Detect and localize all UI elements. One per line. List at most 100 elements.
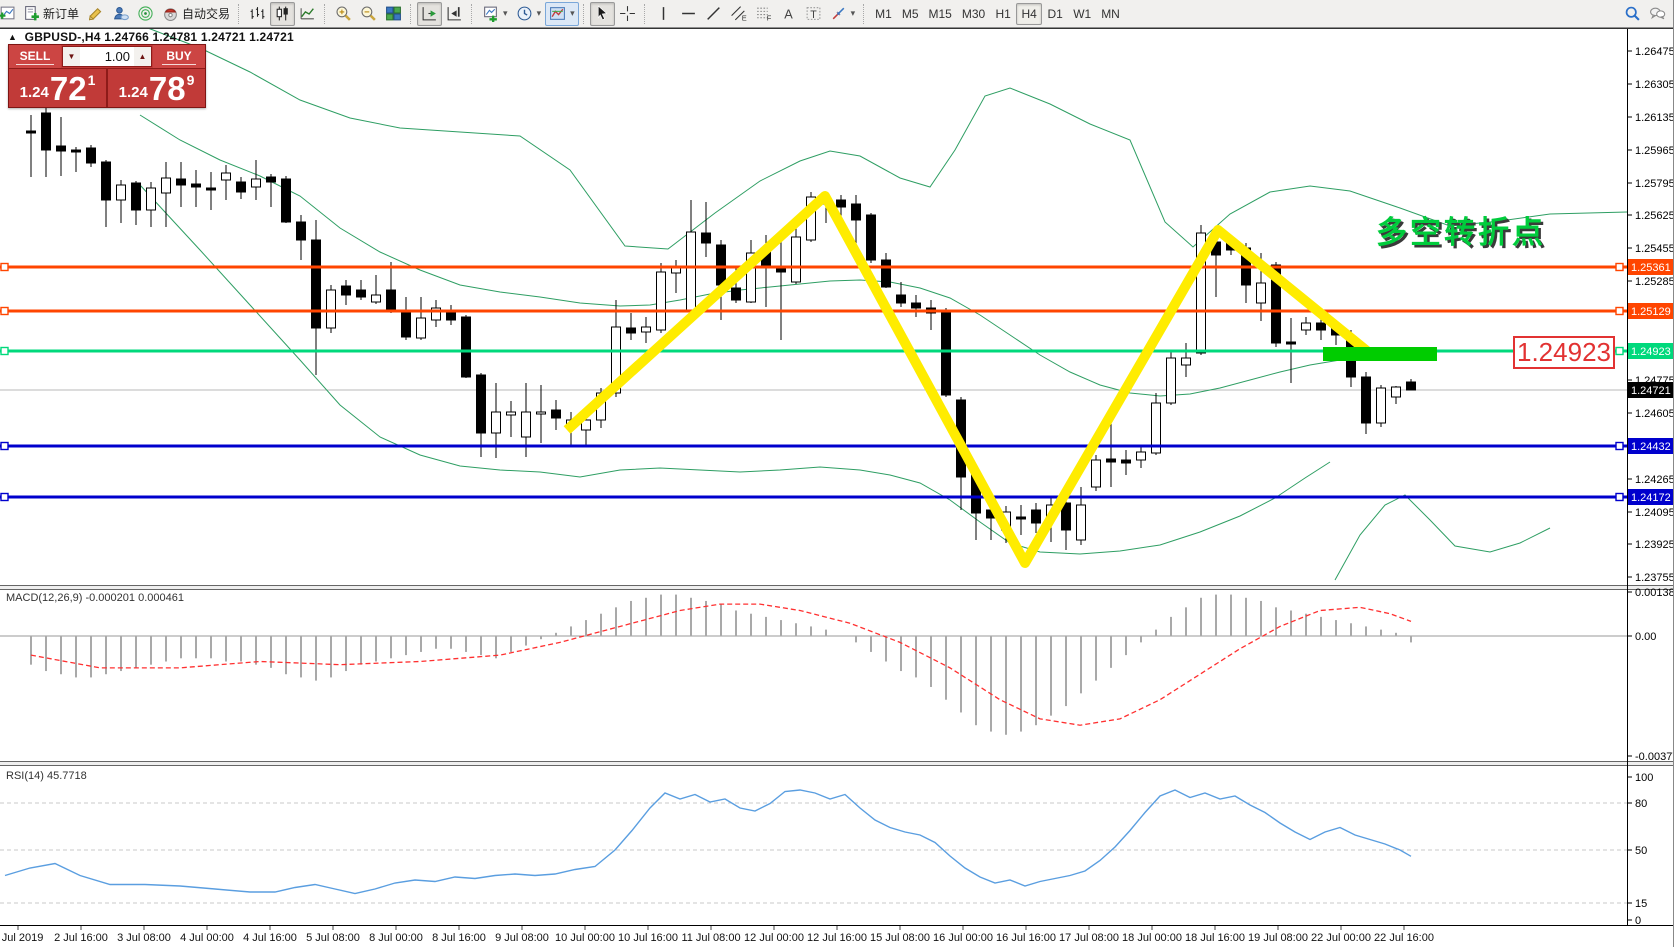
candle-body — [1122, 460, 1131, 463]
autotrading-button[interactable]: 自动交易 — [158, 2, 234, 26]
toolbar-grip — [410, 4, 413, 24]
time-axis-label: 10 Jul 16:00 — [618, 932, 678, 944]
trendline-button[interactable] — [701, 2, 726, 26]
price-tick-label: 1.25795 — [1635, 178, 1674, 190]
text-label-icon: T — [805, 5, 822, 22]
line-chart-icon — [299, 5, 316, 22]
price-tick-label: 1.24605 — [1635, 408, 1674, 420]
rsi-label: RSI(14) 45.7718 — [6, 770, 87, 782]
auto-scroll-button[interactable] — [417, 2, 442, 26]
toolbar-grip — [471, 4, 474, 24]
collapse-icon[interactable]: ▲ — [8, 32, 17, 42]
candle-body — [837, 200, 846, 207]
tile-windows-button[interactable] — [381, 2, 406, 26]
chart-area[interactable]: 1.24923多空转折点多空转折点1.264751.263051.261351.… — [0, 0, 1674, 947]
timeframe-D1[interactable]: D1 — [1042, 3, 1068, 25]
dropdown-arrow-icon: ▾ — [851, 8, 856, 19]
candle-body — [1407, 382, 1416, 390]
time-axis-label: 12 Jul 16:00 — [807, 932, 867, 944]
candle-body — [897, 295, 906, 303]
cursor-button[interactable] — [590, 2, 615, 26]
toolbar: 新订单 自动交易 — [0, 0, 1674, 28]
zoom-out-button[interactable] — [356, 2, 381, 26]
time-axis-label: 16 Jul 00:00 — [933, 932, 993, 944]
time-axis-label: 17 Jul 08:00 — [1059, 932, 1119, 944]
rsi-axis-label: 0 — [1635, 915, 1641, 927]
candle-body — [1182, 358, 1191, 365]
template-dropdown[interactable]: ▾ — [545, 2, 579, 26]
candle-body — [1017, 517, 1026, 519]
new-order-button[interactable]: 新订单 — [19, 2, 83, 26]
candle-body — [1317, 323, 1326, 330]
zoom-in-button[interactable] — [331, 2, 356, 26]
zoom-in-icon — [335, 5, 352, 22]
text-label-button[interactable]: T — [801, 2, 826, 26]
signals-button[interactable] — [133, 2, 158, 26]
timeframe-M1[interactable]: M1 — [870, 3, 897, 25]
volume-increase-button[interactable]: ▲ — [134, 47, 151, 66]
line-handle — [1, 443, 8, 450]
timeframe-H1[interactable]: H1 — [990, 3, 1016, 25]
arrows-icon — [830, 5, 847, 22]
volume-input[interactable] — [80, 47, 134, 66]
candlestick-chart-button[interactable] — [270, 2, 295, 26]
candle-body — [402, 312, 411, 337]
price-callout-text: 1.24923 — [1517, 337, 1611, 367]
svg-text:A: A — [784, 6, 793, 21]
timeframe-MN[interactable]: MN — [1096, 3, 1125, 25]
search-button[interactable] — [1620, 2, 1645, 26]
candle-body — [177, 179, 186, 185]
price-tick-label: 1.23755 — [1635, 572, 1674, 584]
sell-button[interactable]: SELL — [9, 45, 61, 68]
styler-button[interactable] — [83, 2, 108, 26]
svg-text:E: E — [741, 13, 746, 22]
timeframe-H4[interactable]: H4 — [1016, 3, 1042, 25]
arrows-dropdown[interactable]: ▾ — [826, 2, 860, 26]
text-button[interactable]: A — [776, 2, 801, 26]
chat-button[interactable] — [1645, 2, 1670, 26]
rsi-axis-label: 80 — [1635, 798, 1647, 810]
chart-shift-icon — [446, 5, 463, 22]
buy-price[interactable]: 1.24789 — [108, 69, 205, 107]
candle-body — [537, 412, 546, 414]
time-axis-label: 8 Jul 00:00 — [369, 932, 423, 944]
timeframe-toolbar: M1M5M15M30H1H4D1W1MN — [870, 3, 1125, 25]
price-tick-label: 1.24095 — [1635, 507, 1674, 519]
community-button[interactable] — [108, 2, 133, 26]
buy-button[interactable]: BUY — [153, 45, 205, 68]
candle-body — [117, 185, 126, 200]
period-dropdown[interactable]: ▾ — [512, 2, 546, 26]
volume-decrease-button[interactable]: ▼ — [63, 47, 80, 66]
candle-body — [552, 410, 561, 418]
timeframe-M15[interactable]: M15 — [924, 3, 957, 25]
vertical-line-button[interactable] — [651, 2, 676, 26]
line-handle — [1616, 264, 1623, 271]
horizontal-line-button[interactable] — [676, 2, 701, 26]
clipped-chart-button[interactable] — [0, 2, 19, 26]
ohlc-values: 1.24766 1.24781 1.24721 1.24721 — [104, 30, 294, 44]
price-tick-label: 1.25455 — [1635, 243, 1674, 255]
fibonacci-button[interactable]: F — [751, 2, 776, 26]
bar-chart-button[interactable] — [245, 2, 270, 26]
candle-body — [222, 173, 231, 180]
crosshair-button[interactable] — [615, 2, 640, 26]
chart-shift-button[interactable] — [442, 2, 467, 26]
candle-body — [852, 204, 861, 220]
price-tick-label: 1.26135 — [1635, 112, 1674, 124]
timeframe-M30[interactable]: M30 — [957, 3, 990, 25]
new-chart-dropdown[interactable]: ▾ — [478, 2, 512, 26]
timeframe-M5[interactable]: M5 — [897, 3, 924, 25]
line-chart-button[interactable] — [295, 2, 320, 26]
timeframe-W1[interactable]: W1 — [1068, 3, 1096, 25]
person-cloud-icon — [112, 5, 129, 22]
price-tick-label: 1.26475 — [1635, 46, 1674, 58]
sell-price[interactable]: 1.24721 — [9, 69, 108, 107]
time-axis-label: 16 Jul 16:00 — [996, 932, 1056, 944]
template-icon — [549, 5, 566, 22]
price-tick-label: 1.26305 — [1635, 79, 1674, 91]
candlestick-icon — [274, 5, 291, 22]
macd-axis-label: 0.00 — [1635, 631, 1656, 643]
candle-body — [522, 412, 531, 437]
channel-button[interactable]: E — [726, 2, 751, 26]
toolbar-grip — [583, 4, 586, 24]
